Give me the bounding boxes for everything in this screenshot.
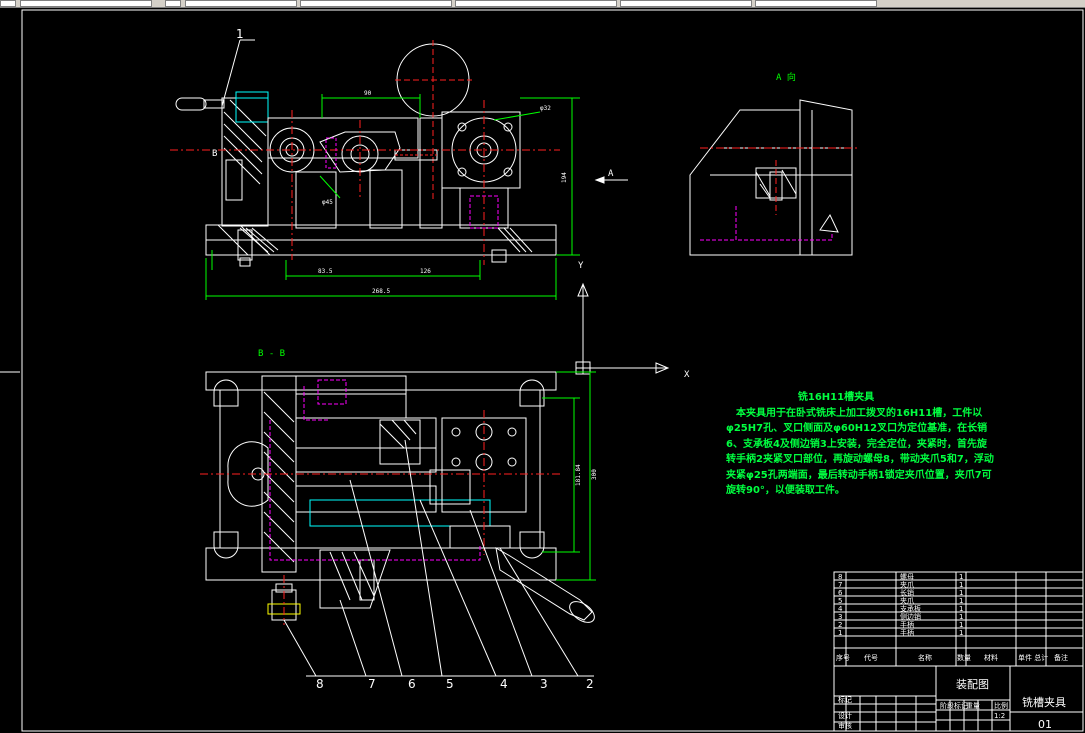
dimension-phi45: φ45	[322, 199, 333, 206]
bom-row-name: 螺母	[900, 572, 914, 581]
bom-row-qty: 1	[959, 589, 963, 597]
bom-row-qty: 1	[959, 581, 963, 589]
dimension-phi32: φ32	[540, 105, 551, 112]
bom-row-name: 手柄	[900, 628, 914, 637]
bom-row-qty: 1	[959, 621, 963, 629]
bom-row-qty: 1	[959, 597, 963, 605]
toolbar-field[interactable]	[185, 0, 297, 7]
technical-notes: 铣16H11槽夹具 本夹具用于在卧式铣床上加工拨叉的16H11槽，工件以φ25H…	[726, 390, 994, 499]
bom-row-qty: 1	[959, 573, 963, 581]
bom-row-name: 夹爪	[900, 596, 914, 605]
view-a-arrow-label: A	[608, 169, 614, 179]
layer-dropdown[interactable]	[300, 0, 452, 7]
tb-review-label: 审核	[838, 721, 852, 730]
bom-row-name: 长销	[900, 588, 914, 597]
axis-y-label: Y	[578, 261, 584, 271]
bom-row-num: 1	[838, 629, 842, 637]
top-toolbar-strip	[0, 0, 1085, 8]
bom-row-num: 2	[838, 621, 842, 629]
dimension-300: 300	[591, 469, 598, 480]
dimension-90: 90	[364, 90, 372, 97]
plotstyle-dropdown[interactable]	[755, 0, 877, 7]
tb-mark-label: 标记	[838, 695, 852, 704]
tb-stage-label: 阶段标记	[940, 701, 968, 710]
ucs-icon	[575, 282, 670, 375]
balloon-6: 6	[408, 677, 416, 691]
balloon-7: 7	[368, 677, 376, 691]
part-name: 铣槽夹具	[1022, 695, 1066, 709]
cad-drawing-canvas[interactable]: 90 83.5 126 268.5 φ32 φ45 194 B 1 A A 向	[0, 8, 1085, 733]
bom-header-weight: 单件 总计	[1018, 653, 1048, 662]
drawing-type: 装配图	[956, 678, 989, 691]
tb-drawn-label: 设计	[838, 711, 852, 720]
balloon-8: 8	[316, 677, 324, 691]
dimension-83-5: 83.5	[318, 268, 333, 275]
bom-row-num: 6	[838, 589, 843, 597]
bom-row-name: 侧边销	[900, 612, 921, 621]
bom-row-num: 4	[838, 605, 843, 613]
bom-header-qty: 数量	[957, 653, 971, 662]
balloon-5: 5	[446, 677, 454, 691]
bom-header-remark: 备注	[1054, 653, 1068, 662]
dimension-126: 126	[420, 268, 431, 275]
section-view-bb	[200, 371, 596, 677]
notes-body: 本夹具用于在卧式铣床上加工拨叉的16H11槽，工件以φ25H7孔、叉口侧面及φ6…	[726, 407, 994, 497]
section-mark-b: B	[212, 149, 217, 159]
bom-row-num: 7	[838, 581, 842, 589]
bom-row-name: 手柄	[900, 620, 914, 629]
front-view	[170, 39, 580, 300]
view-a	[689, 99, 860, 256]
tb-weight-label: 重量	[966, 702, 980, 710]
bom-header-material: 材料	[984, 653, 998, 662]
toolbar-field[interactable]	[165, 0, 181, 7]
view-a-title: A 向	[776, 71, 796, 83]
dimension-181-84: 181.84	[575, 464, 582, 486]
balloon-4: 4	[500, 677, 508, 691]
tb-scale-label: 比例	[994, 701, 1008, 710]
dimension-194: 194	[561, 172, 568, 183]
balloon-2: 2	[586, 677, 594, 691]
lineweight-dropdown[interactable]	[620, 0, 752, 7]
toolbar-field[interactable]	[20, 0, 152, 7]
linetype-dropdown[interactable]	[455, 0, 617, 7]
notes-title: 铣16H11槽夹具	[797, 392, 875, 403]
bom-row-num: 3	[838, 613, 842, 621]
section-bb-title: B - B	[258, 349, 285, 359]
bom-header-code: 代号	[864, 653, 878, 662]
axis-x-label: X	[684, 370, 690, 380]
balloon-3: 3	[540, 677, 548, 691]
drawing-frame	[0, 9, 1084, 732]
bom-row-num: 8	[838, 573, 842, 581]
bom-row-num: 5	[838, 597, 842, 605]
drawing-number: 01	[1038, 718, 1052, 731]
toolbar-field[interactable]	[0, 0, 16, 7]
bom-row-qty: 1	[959, 605, 963, 613]
tb-scale-value: 1:2	[994, 712, 1005, 720]
bom-header-seq: 序号	[836, 653, 850, 662]
dimension-268-5: 268.5	[372, 288, 390, 295]
balloon-1: 1	[236, 27, 244, 41]
bom-header-name: 名称	[918, 653, 932, 662]
bom-row-name: 夹爪	[900, 580, 914, 589]
bom-row-name: 支承板	[900, 604, 921, 613]
bom-row-qty: 1	[959, 629, 963, 637]
bom-row-qty: 1	[959, 613, 963, 621]
